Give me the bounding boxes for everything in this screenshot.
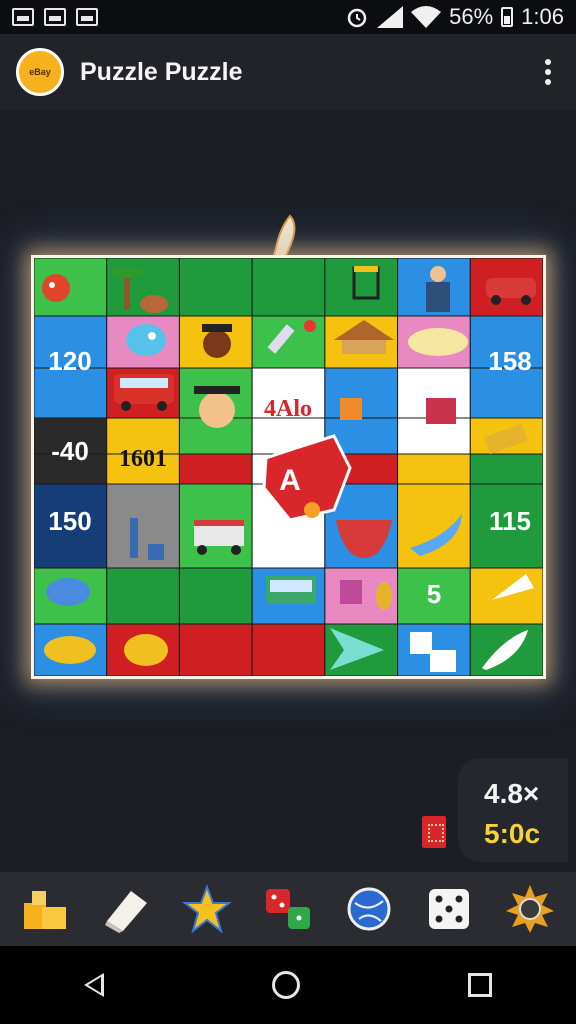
star-icon[interactable] (175, 877, 239, 941)
app-logo-text: eBay (29, 67, 51, 77)
recent-icon[interactable] (468, 973, 492, 997)
blocks-icon[interactable] (14, 877, 78, 941)
duck-icon (44, 636, 96, 664)
chair-icon (426, 398, 456, 424)
tile-4alo-label: 4Alo (264, 396, 312, 422)
app-bar: eBay Puzzle Puzzle (0, 34, 576, 110)
board-tile[interactable] (178, 623, 253, 676)
more-vert-icon[interactable] (536, 59, 560, 85)
n-icon (44, 8, 66, 26)
board-tile[interactable] (178, 567, 253, 625)
tile-5-label: 5 (427, 579, 441, 609)
status-bar: 56% 1:06 (0, 0, 576, 34)
face-icon (202, 324, 232, 358)
a-badge-label: A (279, 464, 301, 497)
board-tile[interactable] (469, 453, 543, 485)
board-tile[interactable] (251, 623, 326, 676)
tile-1601-label: 1601 (119, 446, 167, 472)
wifi-icon (411, 6, 442, 28)
board-tile[interactable] (178, 258, 253, 317)
board-grid[interactable]: A 120 158 -40 1601 4Alo 150 115 5 (34, 258, 543, 676)
home-icon[interactable] (272, 971, 300, 999)
cloud-icon (408, 328, 468, 356)
bus-icon (266, 576, 316, 604)
battery-percent: 56% (449, 4, 494, 29)
tile-120-label: 120 (48, 346, 91, 376)
lion-icon (46, 578, 90, 606)
board-tile[interactable] (106, 567, 180, 625)
tool-bar (0, 872, 576, 946)
tile-minus40-label: -40 (51, 436, 89, 466)
board-tile[interactable] (178, 453, 253, 485)
back-icon[interactable] (84, 973, 104, 997)
board-tile[interactable] (106, 483, 180, 569)
fish-face-icon (126, 324, 166, 356)
ticket-icon[interactable] (422, 816, 446, 848)
nav-bar (0, 946, 576, 1024)
lemon-icon (124, 634, 168, 666)
timer-label: 5:0c (484, 818, 541, 849)
sun-gear-icon[interactable] (498, 877, 562, 941)
multiplier-label: 4.8× (484, 778, 540, 809)
signal-icon (377, 6, 404, 28)
battery-icon (501, 7, 514, 27)
tile-115-label: 115 (489, 506, 531, 536)
dice-pair-icon[interactable] (256, 877, 320, 941)
eraser-icon[interactable] (95, 877, 159, 941)
alarm-icon (347, 8, 367, 28)
puzzle-piece-icon (340, 398, 362, 420)
board-tile[interactable] (397, 453, 471, 485)
board-tile[interactable] (251, 258, 326, 317)
tile-158-label: 158 (488, 346, 531, 376)
score-panel: 4.8× 5:0c (458, 758, 568, 862)
app-title: Puzzle Puzzle (80, 57, 243, 86)
tile-150-label: 150 (48, 506, 91, 536)
gallery-icon (12, 8, 34, 26)
globe-icon[interactable] (337, 877, 401, 941)
hedgehog-icon (42, 274, 70, 302)
dice-icon[interactable] (417, 877, 481, 941)
app-logo[interactable]: eBay (16, 48, 64, 96)
game-board[interactable]: A 120 158 -40 1601 4Alo 150 115 5 (31, 255, 546, 679)
board-tile[interactable] (469, 567, 543, 625)
sim-icon (76, 8, 98, 26)
clock: 1:06 (521, 4, 564, 29)
